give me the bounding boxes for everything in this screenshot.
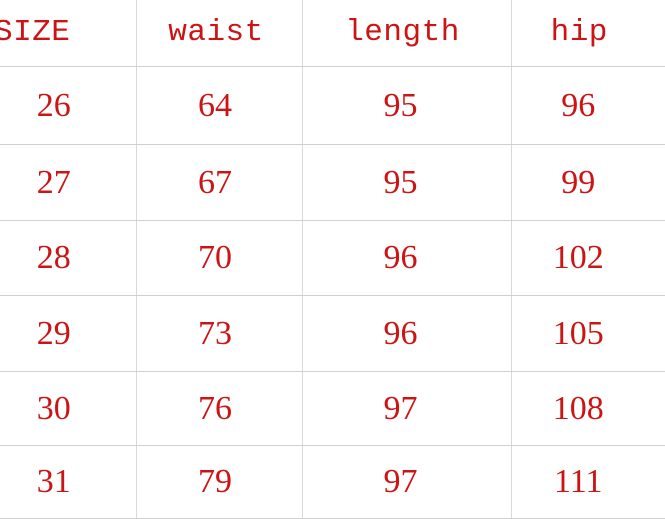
column-header-waist: waist — [136, 0, 303, 67]
cell-waist: 64 — [136, 66, 303, 145]
cell-waist: 70 — [136, 220, 303, 296]
cell-size: 26 — [0, 66, 137, 145]
cell-hip: 96 — [511, 66, 665, 145]
cell-size: 28 — [0, 220, 137, 296]
cell-waist: 76 — [136, 371, 303, 446]
cell-size: 27 — [0, 144, 137, 221]
cell-hip: 99 — [511, 144, 665, 221]
cell-size: 31 — [0, 445, 137, 519]
column-header-length: length — [302, 0, 512, 67]
cell-hip: 111 — [511, 445, 665, 519]
column-header-hip: hip — [511, 0, 665, 67]
column-header-size: SIZE — [0, 0, 137, 67]
cell-hip: 108 — [511, 371, 665, 446]
table-row: 26 64 95 96 — [0, 66, 665, 145]
cell-size: 29 — [0, 295, 137, 372]
table-row: 30 76 97 108 — [0, 371, 665, 446]
table-row: 31 79 97 111 — [0, 445, 665, 519]
cell-length: 97 — [302, 445, 512, 519]
size-chart-table: SIZE waist length hip 26 64 95 96 27 67 … — [0, 0, 665, 519]
cell-waist: 79 — [136, 445, 303, 519]
cell-length: 96 — [302, 220, 512, 296]
cell-hip: 105 — [511, 295, 665, 372]
size-chart-table-container: SIZE waist length hip 26 64 95 96 27 67 … — [0, 0, 665, 519]
table-header-row: SIZE waist length hip — [0, 0, 665, 67]
cell-size: 30 — [0, 371, 137, 446]
table-row: 27 67 95 99 — [0, 144, 665, 221]
cell-waist: 73 — [136, 295, 303, 372]
table-row: 29 73 96 105 — [0, 295, 665, 372]
cell-length: 95 — [302, 66, 512, 145]
cell-length: 97 — [302, 371, 512, 446]
cell-waist: 67 — [136, 144, 303, 221]
cell-length: 96 — [302, 295, 512, 372]
table-body: 26 64 95 96 27 67 95 99 28 70 96 102 29 … — [0, 66, 665, 519]
table-row: 28 70 96 102 — [0, 220, 665, 296]
cell-hip: 102 — [511, 220, 665, 296]
cell-length: 95 — [302, 144, 512, 221]
table-header: SIZE waist length hip — [0, 0, 665, 67]
